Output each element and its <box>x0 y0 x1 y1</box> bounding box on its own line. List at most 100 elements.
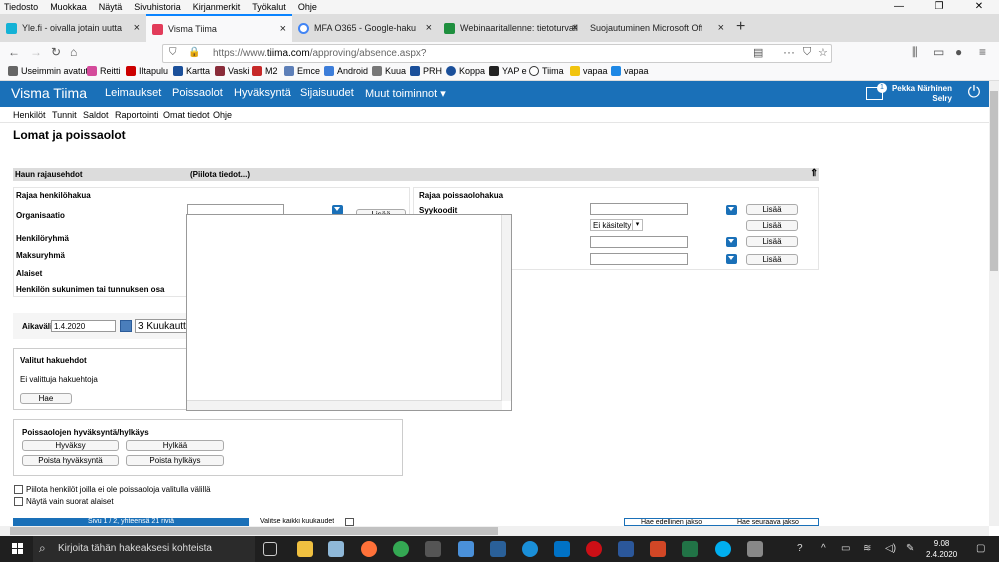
close-window-icon[interactable]: ✕ <box>959 0 999 14</box>
tab-yle[interactable]: Yle.fi - oivalla jotain uutta × <box>0 14 146 42</box>
wifi-icon[interactable]: ≋ <box>863 543 871 554</box>
hide-details-link[interactable]: (Piilota tiedot...) <box>190 170 250 179</box>
bookmark[interactable]: Useimmin avatut <box>8 66 88 76</box>
page-horizontal-scrollbar[interactable] <box>0 526 989 536</box>
account-icon[interactable]: ● <box>955 45 962 59</box>
firefox-icon[interactable] <box>361 541 377 557</box>
forward-icon[interactable]: → <box>30 45 42 59</box>
page-vertical-scrollbar[interactable] <box>989 81 999 526</box>
opera-icon[interactable] <box>586 541 602 557</box>
nav-poissaolot[interactable]: Poissaolot <box>172 87 223 99</box>
skype-icon[interactable] <box>715 541 731 557</box>
menu-bookmarks[interactable]: Kirjanmerkit <box>193 0 241 14</box>
nav-hyvaksynta[interactable]: Hyväksyntä <box>234 87 291 99</box>
excel-icon[interactable] <box>682 541 698 557</box>
logout-icon[interactable]: ⏻ <box>960 84 988 106</box>
period-start-input[interactable]: 1.4.2020 <box>51 320 116 332</box>
bookmark[interactable]: Kartta <box>173 66 210 76</box>
scrollbar-thumb[interactable] <box>10 527 498 535</box>
chevron-up-icon[interactable]: ^ <box>821 543 826 554</box>
bookmark[interactable]: Emce <box>284 66 320 76</box>
minimize-icon[interactable]: — <box>879 0 919 14</box>
download-icon[interactable] <box>458 541 474 557</box>
approve-button[interactable]: Hyväksy <box>22 440 119 451</box>
bookmark[interactable]: Vaski <box>215 66 249 76</box>
reason-codes-input[interactable] <box>590 203 688 215</box>
filter-icon[interactable] <box>726 254 737 264</box>
filter-icon[interactable] <box>726 237 737 247</box>
tab-google[interactable]: MFA O365 - Google-haku × <box>292 14 438 42</box>
pen-icon[interactable]: ✎ <box>906 543 914 554</box>
nav-muut-toiminnot[interactable]: Muut toiminnot ▾ <box>365 87 446 100</box>
bookmark[interactable]: PRH <box>410 66 442 76</box>
select-all-months-checkbox[interactable] <box>345 518 354 526</box>
help-icon[interactable]: ? <box>797 543 803 554</box>
sidebar-icon[interactable]: ▭ <box>933 45 944 59</box>
collapse-icon[interactable]: ⇑ <box>810 168 818 179</box>
tab-webinar[interactable]: Webinaaritallenne: tietoturvall × <box>438 14 584 42</box>
submenu-ohje[interactable]: Ohje <box>213 110 232 120</box>
maximize-icon[interactable]: ❐ <box>919 0 959 14</box>
close-tab-icon[interactable]: × <box>280 23 286 35</box>
menu-tools[interactable]: Työkalut <box>252 0 286 14</box>
status-add-button[interactable]: Lisää <box>746 220 798 231</box>
menu-edit[interactable]: Muokkaa <box>50 0 87 14</box>
add-button-3[interactable]: Lisää <box>746 236 798 247</box>
address-bar[interactable]: ⛉ 🔒 https://www.tiima.com/approving/abse… <box>162 44 832 63</box>
more-icon[interactable]: ··· <box>783 45 795 59</box>
chrome-icon[interactable] <box>393 541 409 557</box>
outlook-icon[interactable] <box>554 541 570 557</box>
tab-visma-tiima[interactable]: Visma Tiima × <box>146 14 292 42</box>
app-icon[interactable] <box>490 541 506 557</box>
bookmark[interactable]: M2 <box>252 66 278 76</box>
submenu-raportointi[interactable]: Raportointi <box>115 110 159 120</box>
submenu-saldot[interactable]: Saldot <box>83 110 109 120</box>
powerpoint-icon[interactable] <box>650 541 666 557</box>
nav-leimaukset[interactable]: Leimaukset <box>105 87 161 99</box>
close-tab-icon[interactable]: × <box>426 22 432 34</box>
new-tab-icon[interactable]: + <box>736 18 745 36</box>
reason-codes-add-button[interactable]: Lisää <box>746 204 798 215</box>
reader-view-icon[interactable]: ▤ <box>753 46 763 59</box>
battery-icon[interactable]: ▭ <box>841 543 850 554</box>
shield-icon[interactable]: ⛉ <box>169 47 177 58</box>
close-tab-icon[interactable]: × <box>134 22 140 34</box>
home-icon[interactable]: ⌂ <box>70 45 77 59</box>
reload-icon[interactable]: ↻ <box>51 45 61 59</box>
hamburger-menu-icon[interactable]: ≡ <box>979 45 986 59</box>
notifications-icon[interactable]: ▢ <box>976 543 985 554</box>
remove-approval-button[interactable]: Poista hyväksyntä <box>22 455 119 466</box>
popup-vertical-scrollbar[interactable] <box>501 215 511 401</box>
task-view-icon[interactable] <box>263 542 277 556</box>
calendar-icon[interactable] <box>120 320 132 332</box>
scrollbar-thumb[interactable] <box>990 91 998 271</box>
org-picker-popup[interactable] <box>186 214 512 411</box>
menu-file[interactable]: Tiedosto <box>4 0 38 14</box>
bookmark[interactable]: Kuua <box>372 66 406 76</box>
remove-rejection-button[interactable]: Poista hylkäys <box>126 455 224 466</box>
brand-logo[interactable]: Visma Tiima <box>11 85 87 101</box>
bookmark[interactable]: Tiima <box>529 66 564 76</box>
close-tab-icon[interactable]: × <box>572 22 578 34</box>
calculator-icon[interactable] <box>425 541 441 557</box>
tab-office[interactable]: Suojautuminen Microsoft Office 36 × <box>584 14 730 42</box>
back-icon[interactable]: ← <box>8 45 20 59</box>
word-icon[interactable] <box>618 541 634 557</box>
star-icon[interactable]: ☆ <box>818 46 828 59</box>
hide-empty-checkbox[interactable] <box>14 485 23 494</box>
library-icon[interactable]: ⫼ <box>912 45 918 60</box>
submenu-henkilot[interactable]: Henkilöt <box>13 110 46 120</box>
windows-start-icon[interactable] <box>12 543 24 555</box>
app-icon[interactable] <box>747 541 763 557</box>
menu-view[interactable]: Näytä <box>99 0 123 14</box>
pocket-icon[interactable]: ⛉ <box>803 46 811 59</box>
prev-period-link[interactable]: Hae edellinen jakso <box>641 519 702 525</box>
bookmark[interactable]: vapaa <box>611 66 649 76</box>
nav-sijaisuudet[interactable]: Sijaisuudet <box>300 87 354 99</box>
bookmark[interactable]: Reitti <box>87 66 121 76</box>
submenu-tunnit[interactable]: Tunnit <box>52 110 77 120</box>
clock[interactable]: 9.08 2.4.2020 <box>926 538 957 560</box>
direct-only-checkbox[interactable] <box>14 497 23 506</box>
filter-icon[interactable] <box>726 205 737 215</box>
app-icon[interactable] <box>328 541 344 557</box>
